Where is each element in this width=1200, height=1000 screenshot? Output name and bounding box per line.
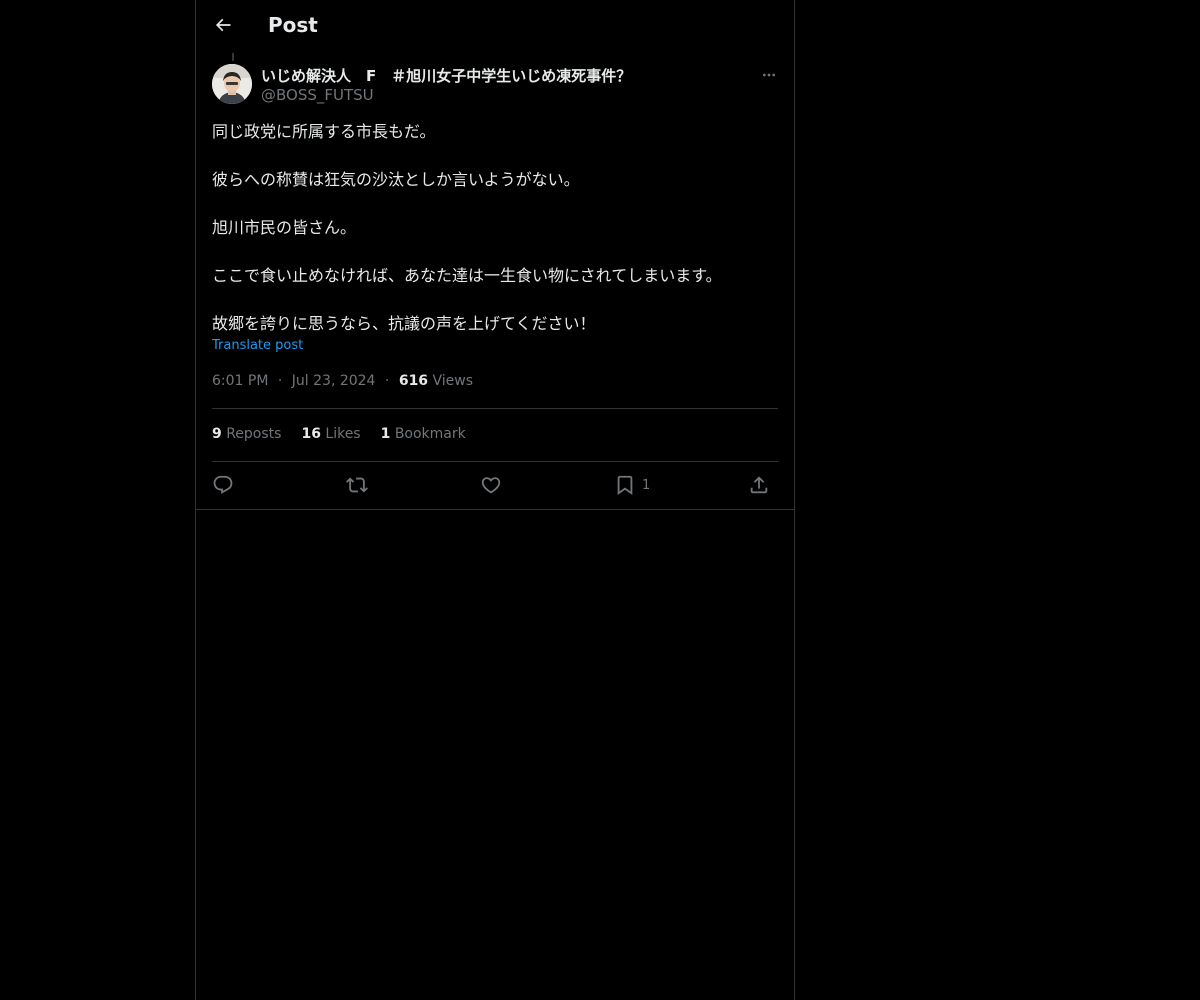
post-date[interactable]: Jul 23, 2024 (292, 373, 376, 389)
like-button[interactable] (480, 472, 502, 498)
divider (212, 408, 778, 409)
bookmark-icon (617, 475, 633, 496)
repost-icon (346, 477, 368, 493)
meta-separator: · (277, 373, 283, 389)
bookmarks-label: Bookmark (394, 426, 466, 442)
arrow-left-icon (215, 18, 231, 32)
back-button[interactable] (206, 8, 240, 42)
more-options-button[interactable] (756, 64, 782, 86)
post-paragraph: 故郷を誇りに思うなら、抗議の声を上げてください！ (212, 314, 596, 333)
share-button[interactable] (748, 472, 770, 498)
post-paragraph: 同じ政党に所属する市長もだ。 (212, 122, 436, 141)
bookmarks-stat[interactable]: 1 Bookmark (381, 426, 466, 442)
avatar-image (212, 64, 252, 104)
share-icon (750, 476, 768, 494)
engagement-stats: 9 Reposts 16 Likes 1 Bookmark (212, 426, 466, 442)
author-handle[interactable]: @BOSS_FUTSU (261, 86, 374, 104)
post-bottom-divider (196, 509, 794, 510)
author-display-name[interactable]: いじめ解決人 F ＃旭川女子中学生いじめ凍死事件？ (261, 65, 631, 86)
bookmarks-count: 1 (380, 426, 391, 442)
post-metadata: 6:01 PM · Jul 23, 2024 · 616 Views (212, 373, 473, 389)
thread-connector-line (232, 53, 234, 61)
reposts-stat[interactable]: 9 Reposts (212, 426, 281, 442)
likes-count: 16 (301, 426, 321, 442)
likes-stat[interactable]: 16 Likes (301, 426, 360, 442)
reply-button[interactable] (212, 472, 234, 498)
views-label: Views (432, 373, 474, 389)
views-count: 616 (398, 373, 429, 389)
repost-button[interactable] (346, 472, 368, 498)
avatar[interactable] (212, 64, 252, 104)
page-title: Post (268, 13, 318, 37)
post-paragraph: 彼らへの称賛は狂気の沙汰としか言いようがない。 (212, 170, 580, 189)
bookmark-button[interactable]: 1 (614, 472, 650, 498)
post-detail-column: Post いじめ解決人 F ＃旭川女子中学生いじめ凍死事件？ @BOSS_FUT… (195, 0, 795, 1000)
post-text: 同じ政党に所属する市長もだ。 彼らへの称賛は狂気の沙汰としか言いようがない。 旭… (212, 120, 772, 336)
translate-post-link[interactable]: Translate post (212, 338, 303, 353)
post-time[interactable]: 6:01 PM (212, 373, 268, 389)
likes-label: Likes (325, 426, 361, 442)
like-icon (481, 477, 501, 494)
page-header: Post (196, 0, 794, 53)
divider (212, 461, 778, 462)
reposts-label: Reposts (226, 426, 282, 442)
more-horizontal-icon (763, 73, 775, 77)
post-paragraph: ここで食い止めなければ、あなた達は一生食い物にされてしまいます。 (212, 266, 722, 285)
reply-icon (213, 475, 233, 494)
reposts-count: 9 (212, 426, 222, 442)
bookmark-action-count: 1 (642, 477, 651, 493)
post-paragraph: 旭川市民の皆さん。 (212, 218, 357, 237)
meta-separator: · (384, 373, 390, 389)
action-bar: 1 (212, 472, 778, 498)
